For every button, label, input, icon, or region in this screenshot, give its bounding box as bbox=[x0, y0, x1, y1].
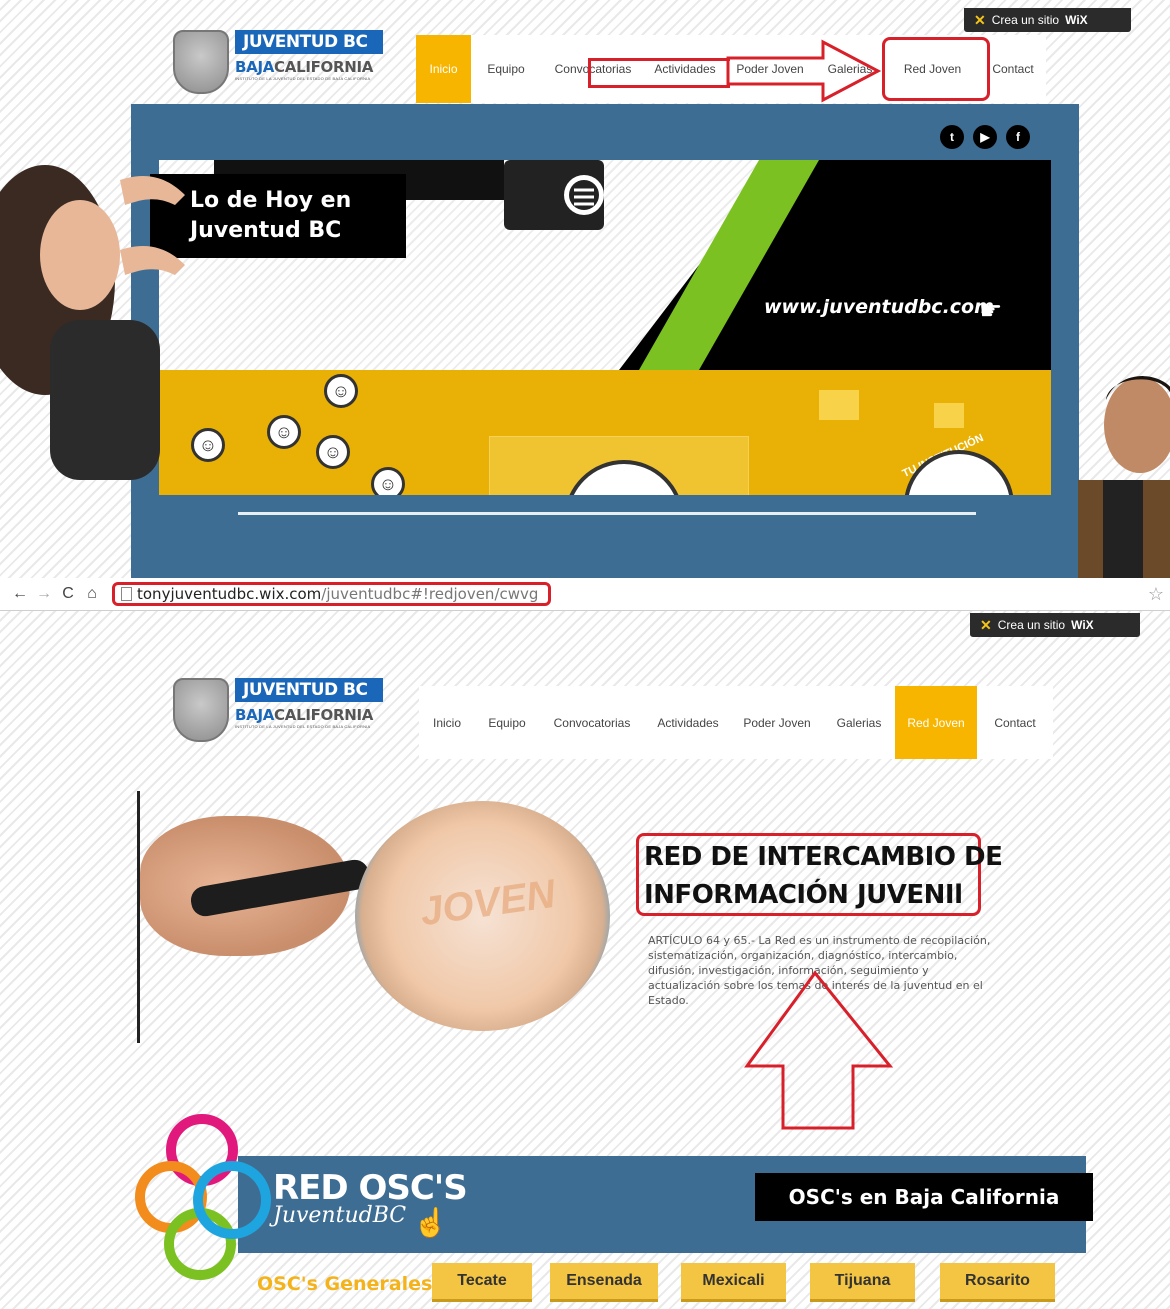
nav-galerias[interactable]: Galerias bbox=[823, 686, 895, 759]
wix-icon: ✕ bbox=[980, 616, 992, 633]
logo-tagline: INSTITUTO DE LA JUVENTUD DEL ESTADO DE B… bbox=[235, 76, 371, 81]
person-icon: ☺ bbox=[316, 435, 350, 469]
city-buttons: Tecate Ensenada Mexicali Tijuana Rosarito bbox=[432, 1263, 1055, 1303]
nav-equipo[interactable]: Equipo bbox=[475, 686, 539, 759]
site-logo[interactable]: JUVENTUD BC BAJACALIFORNIA INSTITUTO DE … bbox=[173, 678, 383, 742]
address-bar[interactable]: tonyjuventudbc.wix.com/juventudbc#!redjo… bbox=[112, 582, 552, 606]
top-screenshot: ✕ Crea un sitio WiX JUVENTUD BC BAJACALI… bbox=[0, 0, 1170, 578]
logo-tagline: INSTITUTO DE LA JUVENTUD DEL ESTADO DE B… bbox=[235, 724, 371, 729]
pointer-hand-icon: ☛ bbox=[979, 295, 1003, 325]
wix-brand: WiX bbox=[1065, 13, 1088, 27]
building-icon bbox=[934, 403, 964, 428]
nav-contact[interactable]: Contact bbox=[977, 686, 1053, 759]
building-icon bbox=[819, 390, 859, 420]
page-icon bbox=[121, 587, 132, 601]
osc-title: RED OSC'S bbox=[273, 1168, 468, 1208]
osc-generales-label: OSC's Generales: bbox=[257, 1273, 440, 1295]
youtube-icon[interactable]: ▶ bbox=[973, 125, 997, 149]
city-button-rosarito[interactable]: Rosarito bbox=[940, 1263, 1055, 1299]
nav-inicio[interactable]: Inicio bbox=[416, 35, 471, 103]
bottom-screenshot: ✕ Crea un sitio WiX JUVENTUD BC BAJACALI… bbox=[0, 611, 1170, 1309]
red-up-arrow-icon bbox=[744, 970, 894, 1130]
person-icon: ☺ bbox=[324, 374, 358, 408]
reload-icon[interactable]: C bbox=[56, 585, 80, 603]
osc-baja-california[interactable]: OSC's en Baja California bbox=[755, 1173, 1093, 1221]
twitter-icon[interactable]: t bbox=[940, 125, 964, 149]
wix-icon: ✕ bbox=[974, 11, 986, 28]
ring-icon bbox=[193, 1161, 271, 1239]
logo-line2: BAJACALIFORNIA bbox=[235, 58, 374, 76]
nav-convocatorias[interactable]: Convocatorias bbox=[539, 686, 645, 759]
back-icon[interactable]: ← bbox=[8, 585, 32, 603]
city-button-tecate[interactable]: Tecate bbox=[432, 1263, 532, 1299]
facebook-icon[interactable]: f bbox=[1006, 125, 1030, 149]
image-left-border bbox=[137, 791, 140, 1043]
home-icon[interactable]: ⌂ bbox=[80, 585, 104, 603]
state-seal-icon bbox=[173, 30, 229, 94]
city-button-tijuana[interactable]: Tijuana bbox=[810, 1263, 915, 1299]
logo-line2: BAJACALIFORNIA bbox=[235, 706, 374, 724]
city-button-mexicali[interactable]: Mexicali bbox=[681, 1263, 786, 1299]
url-text: tonyjuventudbc.wix.com/juventudbc#!redjo… bbox=[137, 585, 539, 603]
page-heading: RED DE INTERCAMBIO DE INFORMACIÓN JUVENI… bbox=[644, 842, 1003, 910]
pointer-hand-icon: ☝ bbox=[413, 1207, 448, 1238]
forward-icon[interactable]: → bbox=[32, 585, 56, 603]
wix-badge-label: Crea un sitio bbox=[997, 618, 1066, 632]
boy-photo bbox=[1078, 376, 1170, 578]
logo-line1: JUVENTUD BC bbox=[235, 678, 383, 702]
nav-inicio[interactable]: Inicio bbox=[419, 686, 475, 759]
person-icon: ☺ bbox=[267, 415, 301, 449]
arrow-annotation bbox=[588, 58, 730, 88]
nav-actividades[interactable]: Actividades bbox=[645, 686, 731, 759]
nav-equipo[interactable]: Equipo bbox=[471, 35, 541, 103]
girl-photo bbox=[0, 165, 185, 480]
wix-badge[interactable]: ✕ Crea un sitio WiX bbox=[964, 8, 1131, 32]
slide-divider bbox=[238, 512, 976, 515]
red-right-arrow-icon bbox=[726, 39, 882, 103]
main-nav: Inicio Equipo Convocatorias Actividades Pode… bbox=[419, 686, 1053, 759]
wix-badge-label: Crea un sitio bbox=[991, 13, 1060, 27]
osc-subtitle: JuventudBC bbox=[273, 1203, 407, 1228]
person-icon: ☺ bbox=[371, 467, 405, 495]
logo-line1: JUVENTUD BC bbox=[235, 30, 383, 54]
wix-badge[interactable]: ✕ Crea un sitio WiX bbox=[970, 613, 1140, 637]
wix-brand: WiX bbox=[1071, 618, 1094, 632]
site-logo[interactable]: JUVENTUD BC BAJACALIFORNIA INSTITUTO DE … bbox=[173, 30, 383, 94]
slide-url: www.juventudbc.com bbox=[764, 296, 994, 318]
state-seal-icon bbox=[173, 678, 229, 742]
nav-poder-joven[interactable]: Poder Joven bbox=[731, 686, 823, 759]
red-joven-highlight bbox=[882, 37, 990, 101]
person-icon: ☺ bbox=[191, 428, 225, 462]
city-button-ensenada[interactable]: Ensenada bbox=[550, 1263, 658, 1299]
bookmark-star-icon[interactable]: ☆ bbox=[1148, 584, 1164, 605]
nav-red-joven[interactable]: Red Joven bbox=[895, 686, 977, 759]
browser-toolbar: ← → C ⌂ tonyjuventudbc.wix.com/juventudb… bbox=[0, 578, 1170, 611]
